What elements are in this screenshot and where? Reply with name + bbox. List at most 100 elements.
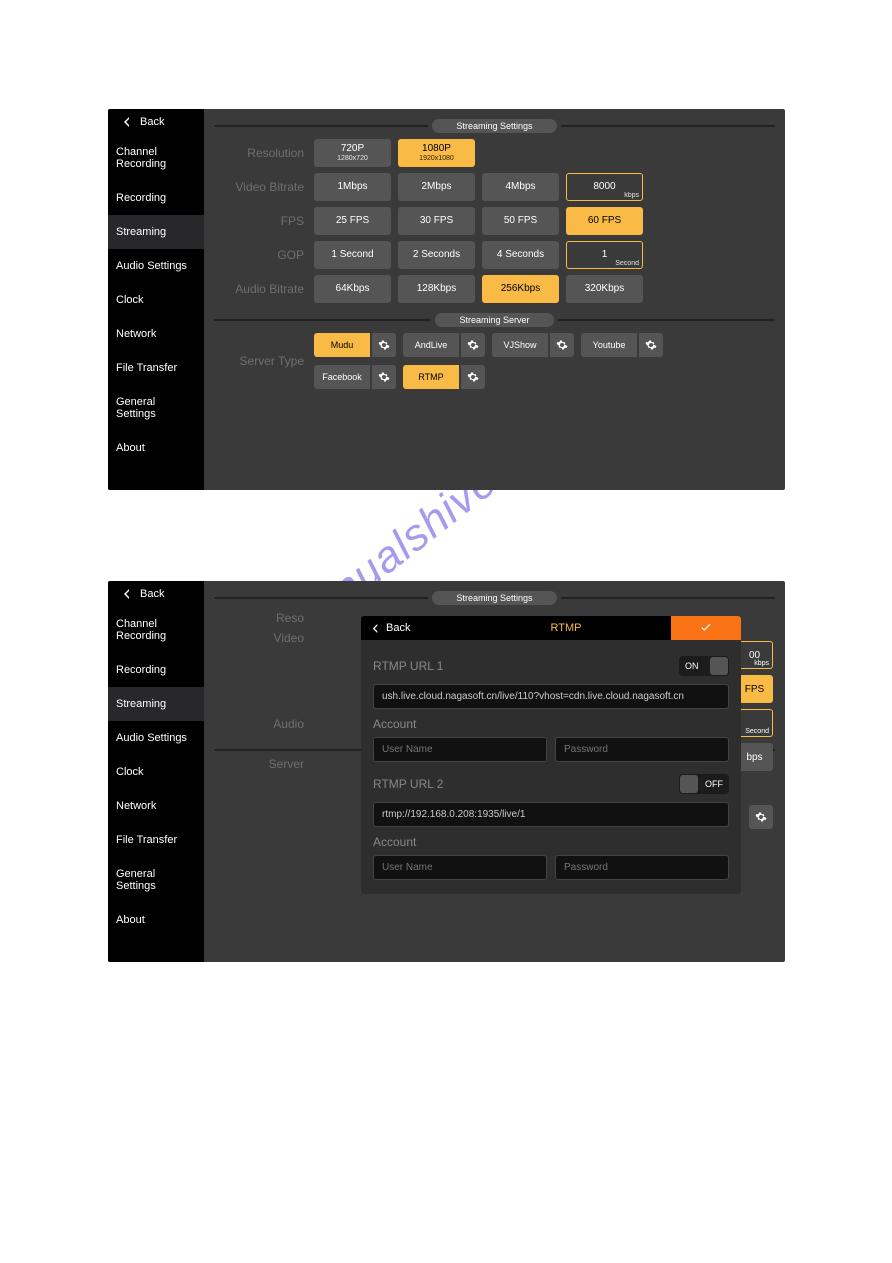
server-label-button[interactable]: Facebook — [314, 365, 370, 389]
rtmp-url-2-input[interactable] — [373, 802, 729, 827]
option-audioBitrate[interactable]: 64Kbps — [314, 275, 391, 303]
username-2-input[interactable] — [373, 855, 547, 880]
row-server-type: Server Type Mudu AndLive VJShow Youtube Face… — [214, 333, 775, 389]
option-audio-bitrate[interactable]: bps — [736, 743, 773, 771]
section-header-settings: Streaming Settings — [214, 591, 775, 605]
sidebar-item-network[interactable]: Network — [108, 317, 204, 351]
server-gear-button[interactable] — [550, 333, 574, 357]
server-mudu: Mudu — [314, 333, 396, 357]
sidebar-item-recording[interactable]: Recording — [108, 653, 204, 687]
sidebar-item-channel-recording[interactable]: Channel Recording — [108, 135, 204, 181]
row-label: Video — [214, 631, 314, 645]
option-gop[interactable]: 4 Seconds — [482, 241, 559, 269]
sidebar-item-general-settings[interactable]: General Settings — [108, 857, 204, 903]
server-label-button[interactable]: Mudu — [314, 333, 370, 357]
sidebar-item-clock[interactable]: Clock — [108, 755, 204, 789]
sidebar-item-about[interactable]: About — [108, 903, 204, 937]
sidebar-item-network[interactable]: Network — [108, 789, 204, 823]
password-2-input[interactable] — [555, 855, 729, 880]
modal-back-button[interactable]: Back — [361, 622, 461, 634]
option-audioBitrate[interactable]: 256Kbps — [482, 275, 559, 303]
row-fps: FPS25 FPS30 FPS50 FPS60 FPS — [214, 207, 775, 235]
gear-icon — [378, 371, 390, 383]
server-gear-button[interactable] — [372, 365, 396, 389]
gear-icon — [755, 811, 767, 823]
row-resolution: Resolution720P1280x7201080P1920x1080 — [214, 139, 775, 167]
section-title: Streaming Settings — [432, 119, 556, 133]
back-button[interactable]: Back — [108, 109, 204, 135]
screenshot-streaming-settings: Back Channel RecordingRecordingStreaming… — [108, 109, 785, 490]
row-label: Audio — [214, 717, 314, 731]
option-resolution[interactable]: 720P1280x720 — [314, 139, 391, 167]
row-label: Video Bitrate — [214, 180, 314, 194]
sidebar-item-recording[interactable]: Recording — [108, 181, 204, 215]
server-gear-button[interactable] — [749, 805, 773, 829]
sidebar-item-file-transfer[interactable]: File Transfer — [108, 823, 204, 857]
rtmp-url-1-label: RTMP URL 1 — [373, 659, 443, 673]
option-gop[interactable]: 1Second — [566, 241, 643, 269]
account-2-label: Account — [373, 835, 729, 849]
option-resolution[interactable]: 1080P1920x1080 — [398, 139, 475, 167]
username-1-input[interactable] — [373, 737, 547, 762]
modal-confirm-button[interactable] — [671, 616, 741, 640]
option-audioBitrate[interactable]: 320Kbps — [566, 275, 643, 303]
option-fps[interactable]: 30 FPS — [398, 207, 475, 235]
section-header-settings: Streaming Settings — [214, 119, 775, 133]
server-gear-button[interactable] — [461, 365, 485, 389]
option-fps[interactable]: 50 FPS — [482, 207, 559, 235]
option-fps[interactable]: 60 FPS — [566, 207, 643, 235]
server-label-button[interactable]: AndLive — [403, 333, 459, 357]
row-audioBitrate: Audio Bitrate64Kbps128Kbps256Kbps320Kbps — [214, 275, 775, 303]
server-label-button[interactable]: RTMP — [403, 365, 459, 389]
server-facebook: Facebook — [314, 365, 396, 389]
server-label-button[interactable]: VJShow — [492, 333, 548, 357]
chevron-left-icon — [122, 117, 132, 127]
option-gop[interactable]: 2 Seconds — [398, 241, 475, 269]
option-videoBitrate[interactable]: 1Mbps — [314, 173, 391, 201]
sidebar-item-general-settings[interactable]: General Settings — [108, 385, 204, 431]
chevron-left-icon — [371, 624, 380, 633]
option-fps-selected[interactable]: FPS — [736, 675, 773, 703]
gear-icon — [378, 339, 390, 351]
gear-icon — [645, 339, 657, 351]
gear-icon — [467, 339, 479, 351]
section-header-server: Streaming Server — [214, 313, 775, 327]
server-andlive: AndLive — [403, 333, 485, 357]
sidebar-item-audio-settings[interactable]: Audio Settings — [108, 721, 204, 755]
row-gop: GOP1 Second2 Seconds4 Seconds1Second — [214, 241, 775, 269]
sidebar-item-audio-settings[interactable]: Audio Settings — [108, 249, 204, 283]
server-gear-button[interactable] — [372, 333, 396, 357]
sidebar-item-streaming[interactable]: Streaming — [108, 687, 204, 721]
rtmp-url-1-input[interactable] — [373, 684, 729, 709]
row-label: Reso — [214, 611, 314, 625]
server-gear-button[interactable] — [461, 333, 485, 357]
modal-back-label: Back — [386, 622, 410, 634]
option-videoBitrate[interactable]: 8000kbps — [566, 173, 643, 201]
option-gop[interactable]: 1 Second — [314, 241, 391, 269]
row-label: GOP — [214, 248, 314, 262]
rtmp-url-2-toggle[interactable]: OFF — [679, 774, 729, 794]
back-label: Back — [140, 588, 164, 600]
sidebar-item-about[interactable]: About — [108, 431, 204, 465]
server-gear-button[interactable] — [639, 333, 663, 357]
option-videoBitrate[interactable]: 2Mbps — [398, 173, 475, 201]
option-fps[interactable]: 25 FPS — [314, 207, 391, 235]
password-1-input[interactable] — [555, 737, 729, 762]
back-button[interactable]: Back — [108, 581, 204, 607]
option-video-bitrate-custom[interactable]: 00kbps — [736, 641, 773, 669]
option-videoBitrate[interactable]: 4Mbps — [482, 173, 559, 201]
server-label-button[interactable]: Youtube — [581, 333, 637, 357]
option-gop-custom[interactable]: Second — [736, 709, 773, 737]
option-audioBitrate[interactable]: 128Kbps — [398, 275, 475, 303]
gear-icon — [556, 339, 568, 351]
row-label: Server Type — [214, 354, 314, 368]
modal-title: RTMP — [461, 622, 671, 634]
row-label: FPS — [214, 214, 314, 228]
sidebar-item-streaming[interactable]: Streaming — [108, 215, 204, 249]
section-title: Streaming Settings — [432, 591, 556, 605]
rtmp-url-1-toggle[interactable]: ON — [679, 656, 729, 676]
sidebar-item-file-transfer[interactable]: File Transfer — [108, 351, 204, 385]
sidebar-item-clock[interactable]: Clock — [108, 283, 204, 317]
sidebar-item-channel-recording[interactable]: Channel Recording — [108, 607, 204, 653]
sidebar: Back Channel RecordingRecordingStreaming… — [108, 581, 204, 962]
